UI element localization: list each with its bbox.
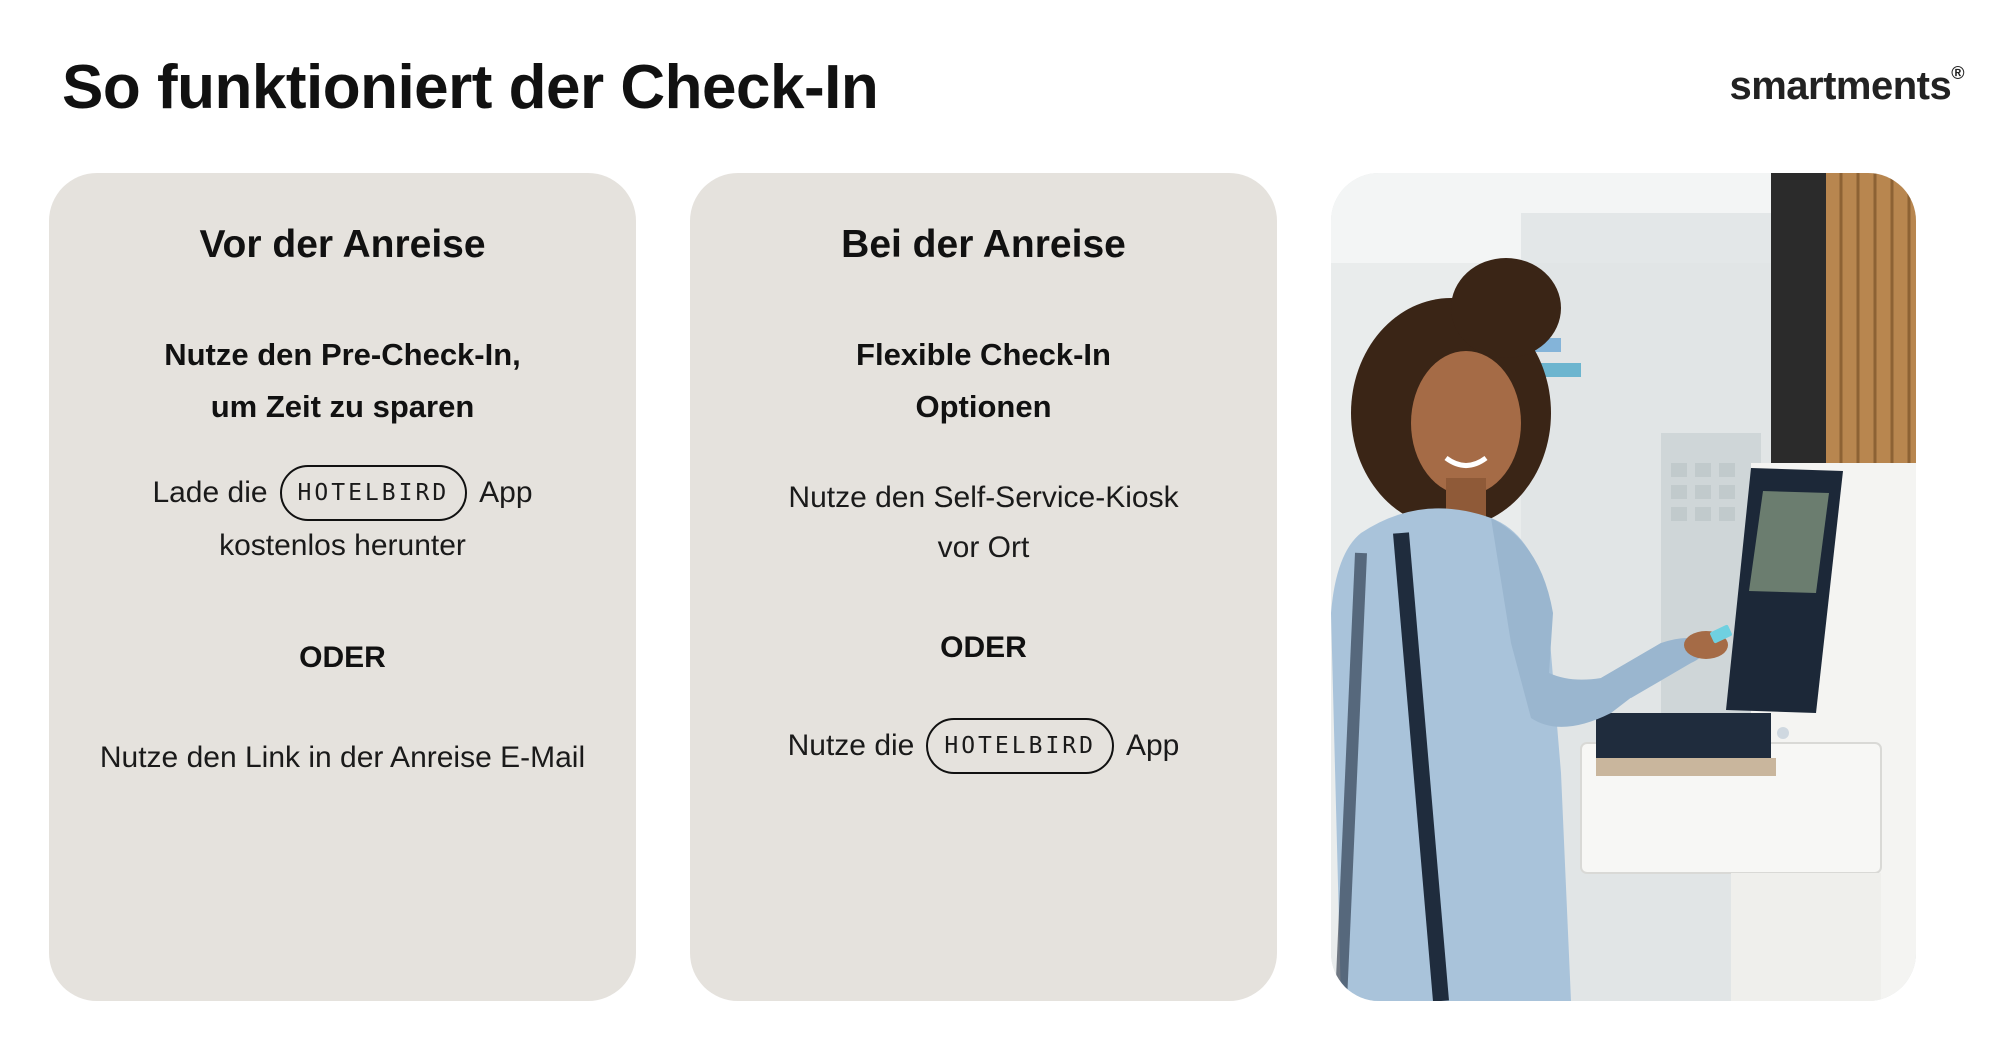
download-instruction: Lade die HOTELBIRD App kostenlos herunte… [49, 465, 636, 571]
download-line2: kostenlos herunter [219, 529, 466, 562]
card-before-arrival: Vor der Anreise Nutze den Pre-Check-In, … [49, 173, 636, 1001]
card-on-arrival: Bei der Anreise Flexible Check-In Option… [690, 173, 1277, 1001]
app-prefix: Nutze die [787, 729, 915, 762]
kiosk-line2: vor Ort [937, 531, 1030, 564]
email-link-text: Nutze den Link in der Anreise E-Mail [99, 741, 586, 774]
brand-logo: smartments® [1729, 62, 1964, 109]
hotelbird-app-badge[interactable]: HOTELBIRD [926, 718, 1114, 774]
card-subtitle-line1: Nutze den Pre-Check-In, [164, 337, 521, 372]
card-title: Vor der Anreise [199, 223, 486, 266]
or-label: ODER [940, 631, 1027, 664]
card-subtitle: Flexible Check-In Optionen [690, 329, 1277, 433]
brand-registered-mark: ® [1951, 62, 1964, 83]
download-prefix: Lade die [152, 476, 268, 509]
or-label: ODER [299, 641, 386, 674]
download-suffix: App [479, 476, 533, 509]
checkin-kiosk-photo [1331, 173, 1916, 1001]
app-suffix: App [1125, 729, 1180, 762]
card-title: Bei der Anreise [841, 223, 1126, 266]
card-subtitle: Nutze den Pre-Check-In, um Zeit zu spare… [49, 329, 636, 433]
kiosk-instruction: Nutze den Self-Service-Kiosk vor Ort [690, 473, 1277, 573]
card-subtitle-line2: um Zeit zu sparen [210, 389, 475, 424]
hotelbird-app-badge[interactable]: HOTELBIRD [279, 465, 468, 521]
brand-name: smartments [1729, 64, 1952, 108]
kiosk-line1: Nutze den Self-Service-Kiosk [788, 481, 1179, 514]
page-title: So funktioniert der Check-In [62, 53, 879, 122]
card-subtitle-line2: Optionen [915, 389, 1052, 424]
app-instruction: Nutze die HOTELBIRD App [690, 718, 1277, 774]
photo-illustration [1331, 173, 1916, 1001]
card-subtitle-line1: Flexible Check-In [856, 337, 1111, 372]
